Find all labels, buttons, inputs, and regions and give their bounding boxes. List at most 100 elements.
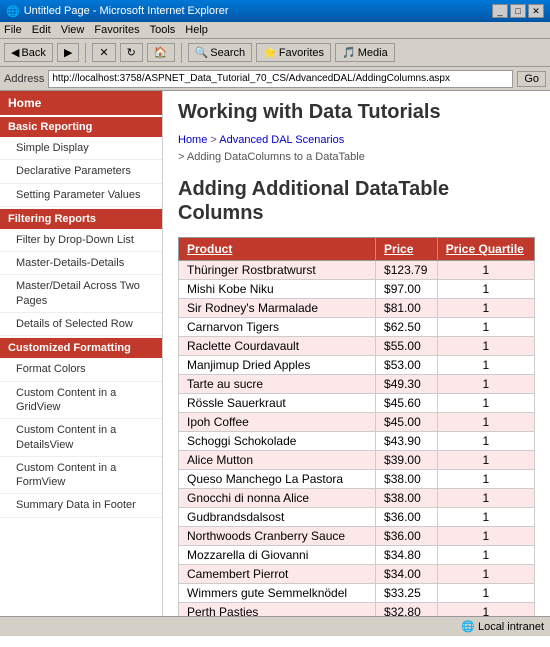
cell-quartile: 1 bbox=[437, 565, 534, 584]
cell-quartile: 1 bbox=[437, 432, 534, 451]
col-header-price: Price bbox=[376, 238, 438, 261]
maximize-button[interactable]: □ bbox=[510, 4, 526, 18]
cell-quartile: 1 bbox=[437, 489, 534, 508]
toolbar: ◀ Back ▶ ✕ ↻ 🏠 🔍 Search ⭐ Favorites 🎵 Me… bbox=[0, 39, 550, 67]
cell-quartile: 1 bbox=[437, 394, 534, 413]
table-row: Carnarvon Tigers$62.501 bbox=[179, 318, 535, 337]
table-row: Mishi Kobe Niku$97.001 bbox=[179, 280, 535, 299]
menu-help[interactable]: Help bbox=[185, 24, 208, 36]
search-button[interactable]: 🔍 Search bbox=[188, 43, 253, 62]
title-bar-left: 🌐 Untitled Page - Microsoft Internet Exp… bbox=[6, 5, 229, 18]
intranet-icon: 🌐 bbox=[461, 621, 475, 633]
col-header-quartile: Price Quartile bbox=[437, 238, 534, 261]
menu-view[interactable]: View bbox=[61, 24, 85, 36]
cell-product: Gudbrandsdalsost bbox=[179, 508, 376, 527]
site-header: Working with Data Tutorials bbox=[178, 101, 535, 124]
sidebar: Home Basic Reporting Simple Display Decl… bbox=[0, 91, 163, 616]
cell-product: Wimmers gute Semmelknödel bbox=[179, 584, 376, 603]
sidebar-item-declarative-parameters[interactable]: Declarative Parameters bbox=[0, 160, 162, 183]
menu-favorites[interactable]: Favorites bbox=[94, 24, 139, 36]
breadcrumb-section-link[interactable]: Advanced DAL Scenarios bbox=[219, 134, 344, 146]
table-row: Rössle Sauerkraut$45.601 bbox=[179, 394, 535, 413]
table-row: Queso Manchego La Pastora$38.001 bbox=[179, 470, 535, 489]
go-button[interactable]: Go bbox=[517, 71, 546, 87]
cell-quartile: 1 bbox=[437, 546, 534, 565]
stop-button[interactable]: ✕ bbox=[92, 43, 115, 62]
address-label: Address bbox=[4, 73, 44, 85]
back-button[interactable]: ◀ Back bbox=[4, 43, 53, 62]
sidebar-item-formview-content[interactable]: Custom Content in a FormView bbox=[0, 457, 162, 495]
cell-price: $97.00 bbox=[376, 280, 438, 299]
sidebar-item-detailsview-content[interactable]: Custom Content in a DetailsView bbox=[0, 419, 162, 457]
star-icon: ⭐ bbox=[263, 46, 277, 59]
cell-product: Northwoods Cranberry Sauce bbox=[179, 527, 376, 546]
window-title: Untitled Page - Microsoft Internet Explo… bbox=[24, 5, 229, 17]
table-row: Perth Pasties$32.801 bbox=[179, 603, 535, 617]
sidebar-item-gridview-content[interactable]: Custom Content in a GridView bbox=[0, 382, 162, 420]
status-right: 🌐 Local intranet bbox=[461, 620, 544, 633]
search-icon: 🔍 bbox=[195, 46, 209, 59]
menu-edit[interactable]: Edit bbox=[32, 24, 51, 36]
cell-product: Gnocchi di nonna Alice bbox=[179, 489, 376, 508]
cell-price: $62.50 bbox=[376, 318, 438, 337]
cell-quartile: 1 bbox=[437, 470, 534, 489]
cell-quartile: 1 bbox=[437, 299, 534, 318]
home-icon: 🏠 bbox=[154, 46, 168, 59]
cell-price: $34.00 bbox=[376, 565, 438, 584]
sidebar-item-selected-row[interactable]: Details of Selected Row bbox=[0, 313, 162, 336]
table-row: Wimmers gute Semmelknödel$33.251 bbox=[179, 584, 535, 603]
sidebar-item-master-detail-pages[interactable]: Master/Detail Across Two Pages bbox=[0, 275, 162, 313]
refresh-icon: ↻ bbox=[127, 46, 136, 59]
cell-product: Tarte au sucre bbox=[179, 375, 376, 394]
cell-price: $55.00 bbox=[376, 337, 438, 356]
sidebar-section-customized-formatting: Customized Formatting bbox=[0, 338, 162, 358]
cell-product: Manjimup Dried Apples bbox=[179, 356, 376, 375]
table-row: Schoggi Schokolade$43.901 bbox=[179, 432, 535, 451]
window-controls[interactable]: _ □ ✕ bbox=[492, 4, 544, 18]
cell-price: $36.00 bbox=[376, 508, 438, 527]
table-row: Sir Rodney's Marmalade$81.001 bbox=[179, 299, 535, 318]
sidebar-item-format-colors[interactable]: Format Colors bbox=[0, 358, 162, 381]
cell-quartile: 1 bbox=[437, 375, 534, 394]
cell-price: $49.30 bbox=[376, 375, 438, 394]
menu-file[interactable]: File bbox=[4, 24, 22, 36]
address-input[interactable] bbox=[48, 70, 513, 88]
cell-quartile: 1 bbox=[437, 261, 534, 280]
cell-product: Mozzarella di Giovanni bbox=[179, 546, 376, 565]
cell-price: $38.00 bbox=[376, 489, 438, 508]
breadcrumb: Home > Advanced DAL Scenarios > Adding D… bbox=[178, 132, 535, 165]
ie-icon: 🌐 bbox=[6, 5, 20, 18]
cell-price: $38.00 bbox=[376, 470, 438, 489]
cell-price: $33.25 bbox=[376, 584, 438, 603]
cell-quartile: 1 bbox=[437, 584, 534, 603]
sidebar-item-summary-footer[interactable]: Summary Data in Footer bbox=[0, 494, 162, 517]
refresh-button[interactable]: ↻ bbox=[120, 43, 143, 62]
stop-icon: ✕ bbox=[99, 46, 108, 59]
sidebar-item-master-details[interactable]: Master-Details-Details bbox=[0, 252, 162, 275]
cell-product: Sir Rodney's Marmalade bbox=[179, 299, 376, 318]
cell-quartile: 1 bbox=[437, 527, 534, 546]
favorites-button[interactable]: ⭐ Favorites bbox=[256, 43, 331, 62]
sidebar-item-filter-dropdown[interactable]: Filter by Drop-Down List bbox=[0, 229, 162, 252]
table-row: Gudbrandsdalsost$36.001 bbox=[179, 508, 535, 527]
table-row: Tarte au sucre$49.301 bbox=[179, 375, 535, 394]
cell-quartile: 1 bbox=[437, 508, 534, 527]
media-button[interactable]: 🎵 Media bbox=[335, 43, 395, 62]
page-container: Home Basic Reporting Simple Display Decl… bbox=[0, 91, 550, 616]
menu-tools[interactable]: Tools bbox=[150, 24, 176, 36]
minimize-button[interactable]: _ bbox=[492, 4, 508, 18]
sidebar-item-simple-display[interactable]: Simple Display bbox=[0, 137, 162, 160]
cell-product: Alice Mutton bbox=[179, 451, 376, 470]
home-button[interactable]: 🏠 bbox=[147, 43, 175, 62]
sidebar-item-setting-parameter-values[interactable]: Setting Parameter Values bbox=[0, 184, 162, 207]
sidebar-home[interactable]: Home bbox=[0, 91, 162, 115]
table-row: Thüringer Rostbratwurst$123.791 bbox=[179, 261, 535, 280]
forward-button[interactable]: ▶ bbox=[57, 43, 79, 62]
status-bar: 🌐 Local intranet bbox=[0, 616, 550, 636]
cell-product: Ipoh Coffee bbox=[179, 413, 376, 432]
cell-price: $32.80 bbox=[376, 603, 438, 617]
cell-price: $39.00 bbox=[376, 451, 438, 470]
breadcrumb-home-link[interactable]: Home bbox=[178, 134, 207, 146]
close-button[interactable]: ✕ bbox=[528, 4, 544, 18]
cell-product: Carnarvon Tigers bbox=[179, 318, 376, 337]
